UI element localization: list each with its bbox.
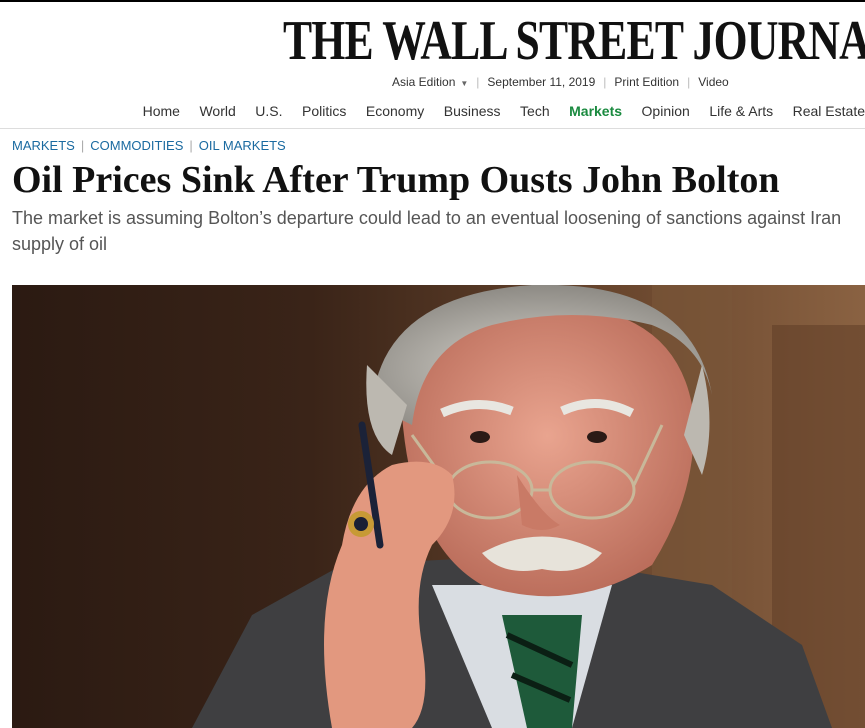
breadcrumb-oil-markets[interactable]: OIL MARKETS	[199, 138, 286, 153]
divider: |	[687, 75, 691, 89]
nav-item-us[interactable]: U.S.	[255, 103, 282, 119]
masthead-logo[interactable]: THE WALL STREET JOURNAL.	[283, 12, 865, 70]
chevron-down-icon[interactable]: ▼	[460, 79, 468, 88]
main-nav: Home World U.S. Politics Economy Busines…	[0, 100, 865, 122]
edition-label[interactable]: Asia Edition	[392, 75, 455, 89]
breadcrumb-markets[interactable]: MARKETS	[12, 138, 75, 153]
article-dek: The market is assuming Bolton’s departur…	[12, 205, 865, 259]
nav-item-life-arts[interactable]: Life & Arts	[709, 103, 773, 119]
edition-date: September 11, 2019	[487, 75, 596, 89]
dek-line-1: The market is assuming Bolton’s departur…	[12, 208, 842, 228]
top-border	[0, 0, 865, 2]
video-link[interactable]: Video	[698, 75, 728, 89]
divider: |	[603, 75, 607, 89]
print-edition-link[interactable]: Print Edition	[614, 75, 679, 89]
nav-item-home[interactable]: Home	[143, 103, 180, 119]
nav-item-markets[interactable]: Markets	[569, 103, 622, 119]
edition-selector[interactable]: Asia Edition ▼	[392, 75, 468, 89]
nav-divider	[0, 128, 865, 129]
photo-illustration	[12, 285, 865, 728]
divider: |	[476, 75, 480, 89]
breadcrumb: MARKETS | COMMODITIES | OIL MARKETS	[12, 138, 286, 153]
article-headline: Oil Prices Sink After Trump Ousts John B…	[12, 159, 780, 201]
nav-item-opinion[interactable]: Opinion	[642, 103, 690, 119]
breadcrumb-commodities[interactable]: COMMODITIES	[90, 138, 183, 153]
article-hero-photo[interactable]	[12, 285, 865, 728]
nav-item-business[interactable]: Business	[444, 103, 501, 119]
divider: |	[80, 138, 85, 153]
dek-line-2: supply of oil	[12, 234, 108, 254]
nav-item-politics[interactable]: Politics	[302, 103, 346, 119]
nav-item-economy[interactable]: Economy	[366, 103, 424, 119]
nav-item-tech[interactable]: Tech	[520, 103, 550, 119]
nav-item-world[interactable]: World	[199, 103, 235, 119]
nav-item-real-estate[interactable]: Real Estate	[793, 103, 865, 119]
edition-bar: Asia Edition ▼ | September 11, 2019 | Pri…	[392, 73, 729, 91]
divider: |	[189, 138, 193, 153]
